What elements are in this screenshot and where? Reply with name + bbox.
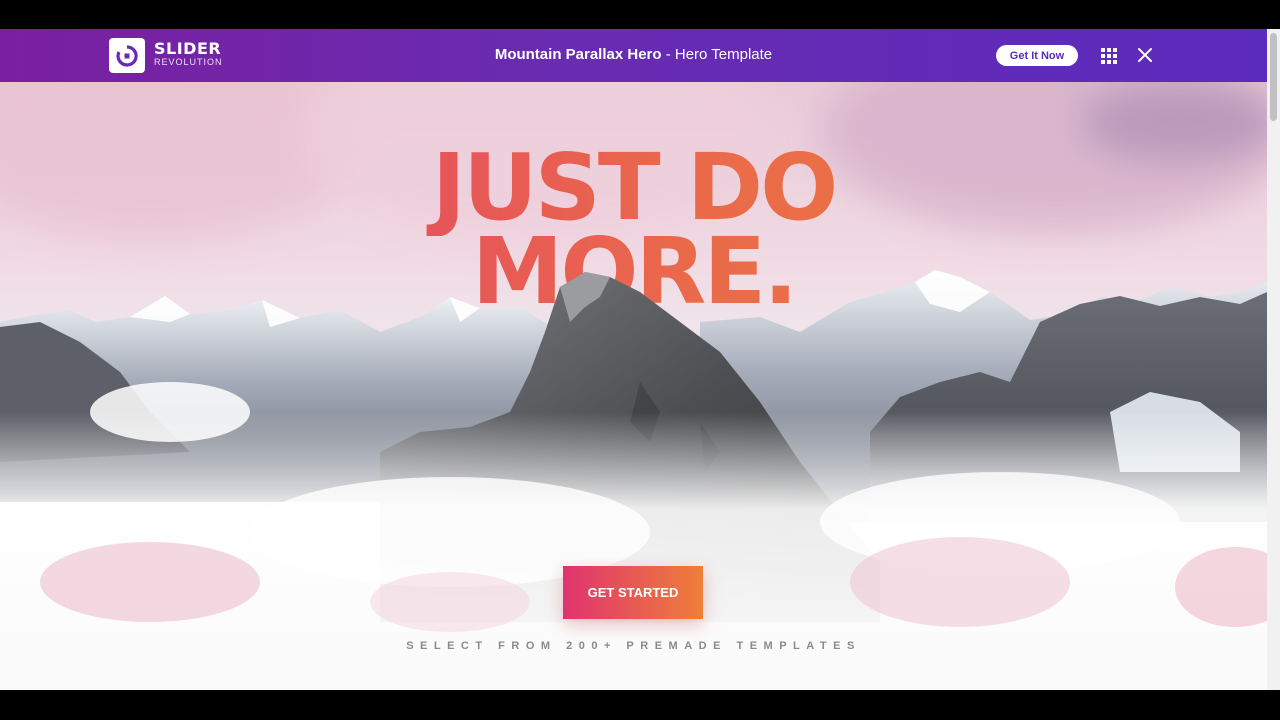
browser-bottom-edge [0, 690, 1280, 720]
page-scrollbar[interactable] [1267, 29, 1280, 690]
template-name: Mountain Parallax Hero [494, 46, 662, 63]
get-it-now-button[interactable]: Get It Now [996, 45, 1078, 66]
tagline: SELECT FROM 200+ PREMADE TEMPLATES [406, 640, 861, 652]
header-bar: SLIDER REVOLUTION Mountain Parallax Hero… [0, 29, 1267, 82]
hero-section: JUST DO MORE. GET STARTED SELECT FROM 20… [0, 82, 1267, 690]
template-type: - Hero Template [661, 46, 773, 63]
get-started-button[interactable]: GET STARTED [563, 566, 703, 619]
scrollbar-thumb[interactable] [1270, 33, 1277, 121]
close-icon[interactable] [1137, 47, 1153, 63]
browser-top-edge [0, 0, 1280, 29]
grid-icon[interactable] [1101, 48, 1117, 64]
